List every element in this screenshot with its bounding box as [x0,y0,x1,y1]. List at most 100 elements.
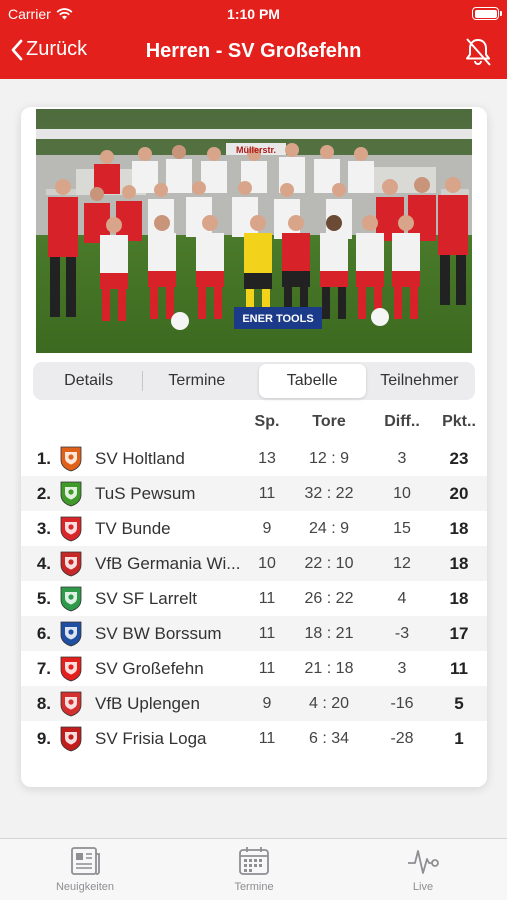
tab-teilnehmer-label: Teilnehmer [380,372,459,389]
row-rank: 4. [36,554,51,573]
tabbar-neuigkeiten[interactable]: Neuigkeiten [30,845,140,893]
row-rank: 5. [36,589,51,608]
row-played: 11 [258,590,276,607]
row-points: 18 [449,519,469,538]
row-rank: 3. [36,519,51,538]
row-goals: 4 : 20 [308,695,350,712]
row-team: SV Großefehn [95,659,204,678]
row-played: 13 [258,450,276,467]
standings-table: 1. SV Holtland 13 12 : 9 3 23 2. TuS Pewsum 11 32… [21,441,487,756]
table-row[interactable]: 4. VfB Germania Wi... 10 22 : 10 12 18 [21,546,487,581]
tabbar-live[interactable]: Live [368,845,478,893]
row-team: SV SF Larrelt [95,589,198,608]
row-goal-difference: 12 [393,555,411,572]
row-played: 11 [258,485,276,502]
germania-crest-icon [60,551,82,577]
row-goal-difference: -3 [394,625,410,642]
team-photo: ENER TOOLS Müllerstr. [36,109,472,353]
notification-bell-button[interactable] [463,36,493,73]
row-team: TuS Pewsum [95,484,196,503]
row-goals: 12 : 9 [308,450,350,467]
row-played: 11 [258,660,276,677]
tabbar-live-label: Live [412,881,434,893]
header-sp: Sp. [254,413,280,430]
row-goal-difference: 3 [397,660,407,677]
row-played: 11 [258,730,276,747]
bell-off-icon [466,38,491,66]
row-goals: 26 : 22 [304,590,354,607]
table-row[interactable]: 5. SV SF Larrelt 11 26 : 22 4 18 [21,581,487,616]
table-row[interactable]: 8. VfB Uplengen 9 4 : 20 -16 5 [21,686,487,721]
uplengen-crest-icon [60,691,82,717]
row-rank: 9. [36,729,51,748]
app-header: Carrier 1:10 PM Zurück Herren - SV Große… [0,0,507,79]
row-points: 18 [449,589,469,608]
frisia-loga-crest-icon [60,726,82,752]
table-row[interactable]: 9. SV Frisia Loga 11 6 : 34 -28 1 [21,721,487,756]
row-rank: 1. [36,449,51,468]
row-goals: 21 : 18 [304,660,354,677]
row-goal-difference: 15 [393,520,411,537]
photo-sponsor-banner: ENER TOOLS [242,313,313,325]
row-goals: 18 : 21 [304,625,354,642]
row-played: 9 [262,695,272,712]
bottom-tab-bar: Neuigkeiten Termine Live [0,838,507,900]
tab-details[interactable]: Details [35,364,142,398]
row-points: 23 [449,449,469,468]
row-points: 5 [454,694,464,713]
status-bar: Carrier 1:10 PM [0,4,507,24]
table-row[interactable]: 2. TuS Pewsum 11 32 : 22 10 20 [21,476,487,511]
table-row[interactable]: 6. SV BW Borssum 11 18 : 21 -3 17 [21,616,487,651]
tab-termine-label: Termine [168,372,226,389]
team-photo-graphic: ENER TOOLS Müllerstr. [36,109,472,353]
page-title: Herren - SV Großefehn [145,40,362,62]
row-team: TV Bunde [95,519,171,538]
row-rank: 2. [36,484,51,503]
table-header: Sp. Tore Diff.. Pkt.. [21,409,487,435]
row-points: 1 [454,729,464,748]
row-goals: 22 : 10 [304,555,354,572]
grossefehn-crest-icon [60,656,82,682]
tab-tabelle[interactable]: Tabelle [258,364,366,398]
row-played: 11 [258,625,276,642]
tabbar-termine-label: Termine [234,881,274,893]
tabbar-termine[interactable]: Termine [199,845,309,893]
tab-details-label: Details [64,372,114,389]
battery-icon [472,7,502,20]
larrelt-crest-icon [60,586,82,612]
row-points: 17 [449,624,469,643]
row-goals: 24 : 9 [308,520,350,537]
table-row[interactable]: 7. SV Großefehn 11 21 : 18 3 11 [21,651,487,686]
row-team: VfB Uplengen [95,694,200,713]
row-rank: 8. [36,694,51,713]
tab-teilnehmer[interactable]: Teilnehmer [366,364,473,398]
row-points: 11 [450,659,468,678]
bunde-crest-icon [60,516,82,542]
borssum-crest-icon [60,621,82,647]
header-diff: Diff.. [384,413,420,430]
tabbar-neuigkeiten-label: Neuigkeiten [55,881,115,893]
table-row[interactable]: 1. SV Holtland 13 12 : 9 3 23 [21,441,487,476]
pulse-icon [408,850,439,874]
tab-termine[interactable]: Termine [143,364,250,398]
row-points: 20 [449,484,469,503]
detail-tabs: Details Termine Tabelle Teilnehmer [33,362,475,400]
row-goal-difference: 3 [397,450,407,467]
tab-tabelle-label: Tabelle [286,372,338,389]
team-card: ENER TOOLS Müllerstr. Details Termine Ta… [21,107,487,787]
row-goals: 6 : 34 [308,730,350,747]
row-goal-difference: -28 [390,730,414,747]
navigation-bar: Zurück Herren - SV Großefehn [0,34,507,70]
row-team: VfB Germania Wi... [95,554,241,573]
row-goals: 32 : 22 [304,485,354,502]
table-row[interactable]: 3. TV Bunde 9 24 : 9 15 18 [21,511,487,546]
calendar-icon [239,847,269,875]
header-pkt: Pkt.. [442,413,476,430]
newspaper-icon [71,847,100,875]
pewsum-crest-icon [60,481,82,507]
row-played: 9 [262,520,272,537]
row-points: 18 [449,554,469,573]
holtland-crest-icon [60,446,82,472]
row-team: SV BW Borssum [95,624,222,643]
status-time: 1:10 PM [227,6,280,22]
